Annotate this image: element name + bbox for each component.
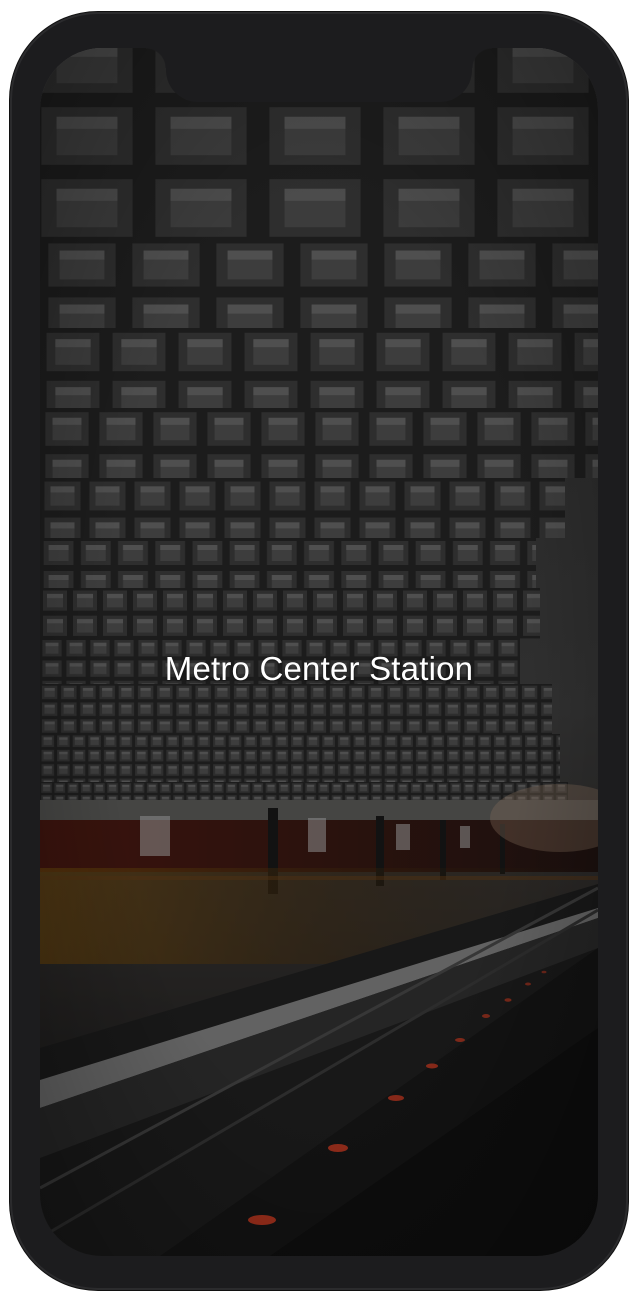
device-notch bbox=[146, 48, 492, 102]
phone-frame: Metro Center Station bbox=[10, 12, 628, 1290]
station-title: Metro Center Station bbox=[164, 650, 474, 687]
app-screen: Metro Center Station bbox=[40, 48, 598, 1256]
